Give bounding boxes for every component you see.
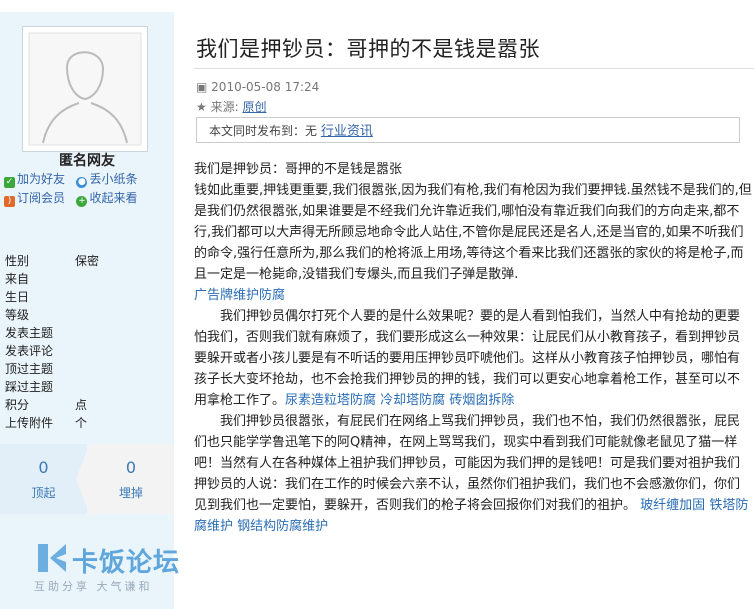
star-icon: ★	[196, 100, 207, 114]
watermark-text: 卡饭论坛	[72, 548, 181, 578]
ad-link[interactable]: 尿素造粒塔防腐	[285, 393, 376, 408]
source-link[interactable]: 原创	[242, 100, 266, 114]
paragraph: 钱如此重要,押钱更重要,我们很嚣张,因为我们有枪,我们有枪因为我们要押钱.虽然钱…	[194, 183, 752, 282]
paragraph: 我们是押钞员：哥押的不是钱是嚣张	[194, 162, 403, 177]
ad-link[interactable]: 冷却塔防腐	[380, 393, 445, 408]
vote-panel: 0 顶起 0 埋掉	[0, 444, 174, 514]
info-row: 性别 保密	[5, 254, 100, 268]
info-row: 等级	[5, 308, 30, 322]
info-row: 发表主题	[5, 326, 54, 340]
collect-button[interactable]: + 收起来看	[76, 191, 138, 207]
paragraph: 我们押钞员很嚣张，有屁民们在网络上骂我们押钞员，我们也不怕，我们仍然很嚣张，屁民…	[194, 414, 749, 534]
info-row: 积分点	[5, 398, 88, 412]
author-sidebar: 匿名网友 ✓ 加为好友 ● 丢小纸条 ) 订阅会员 + 收起来看 性别 保密 来自 生日 …	[0, 12, 174, 609]
downvote-button[interactable]: 0 埋掉	[76, 444, 174, 514]
ad-link[interactable]: 广告牌维护防腐	[194, 288, 285, 303]
downvote-count: 0	[125, 458, 137, 477]
info-row: 发表评论	[5, 344, 54, 358]
ad-link[interactable]: 钢结构防腐维护	[237, 519, 328, 534]
kafan-logo-icon	[38, 544, 66, 572]
info-row: 上传附件个	[5, 416, 88, 430]
info-row: 踩过主题	[5, 380, 54, 394]
watermark-logo: 卡饭论坛 互助分享 大气谦和	[34, 540, 194, 596]
user-info: 性别 保密 来自 生日 等级 发表主题 发表评论 顶过主题 踩过主题 积分点 上传…	[5, 252, 135, 432]
article-body: 我们是押钞员：哥押的不是钱是嚣张 钱如此重要,押钱更重要,我们很嚣张,因为我们有…	[194, 159, 752, 537]
note-icon: ●	[76, 177, 88, 188]
article-main: 我们是押钞员：哥押的不是钱是嚣张 ▣ 2010-05-08 17:24 ★ 来源…	[180, 0, 754, 609]
send-note-button[interactable]: ● 丢小纸条	[76, 172, 138, 188]
ad-link[interactable]: 砖烟囱拆除	[449, 393, 514, 408]
avatar[interactable]	[22, 26, 148, 152]
info-row: 生日	[5, 290, 30, 304]
upvote-label: 顶起	[31, 486, 56, 500]
subscribe-button[interactable]: ) 订阅会员	[4, 191, 69, 207]
watermark-slogan: 互助分享 大气谦和	[34, 580, 153, 593]
rss-icon: )	[4, 196, 15, 207]
upvote-count: 0	[38, 458, 49, 477]
calendar-icon: ▣	[196, 80, 208, 94]
downvote-label: 埋掉	[118, 486, 143, 500]
ad-link[interactable]: 玻纤缠加固	[640, 498, 705, 513]
user-actions: ✓ 加为好友 ● 丢小纸条 ) 订阅会员 + 收起来看	[4, 170, 166, 208]
upvote-button[interactable]: 0 顶起	[0, 444, 87, 514]
article-title: 我们是押钞员：哥押的不是钱是嚣张	[196, 37, 540, 61]
article-date: ▣ 2010-05-08 17:24	[196, 80, 320, 94]
add-friend-icon: ✓	[4, 177, 15, 188]
info-row: 顶过主题	[5, 362, 54, 376]
article-source: ★ 来源: 原创	[196, 100, 267, 114]
sync-publish-box: 本文同时发布到：无 行业资讯	[196, 117, 740, 143]
username: 匿名网友	[59, 153, 115, 169]
info-row: 来自	[5, 272, 30, 286]
add-friend-button[interactable]: ✓ 加为好友	[4, 172, 69, 188]
title-divider	[194, 68, 754, 69]
paragraph: 我们押钞员偶尔打死个人要的是什么效果呢？要的是人看到怕我们，当然人中有抢劫的更要…	[194, 309, 741, 408]
collect-icon: +	[76, 196, 88, 207]
category-link[interactable]: 行业资讯	[321, 124, 373, 139]
